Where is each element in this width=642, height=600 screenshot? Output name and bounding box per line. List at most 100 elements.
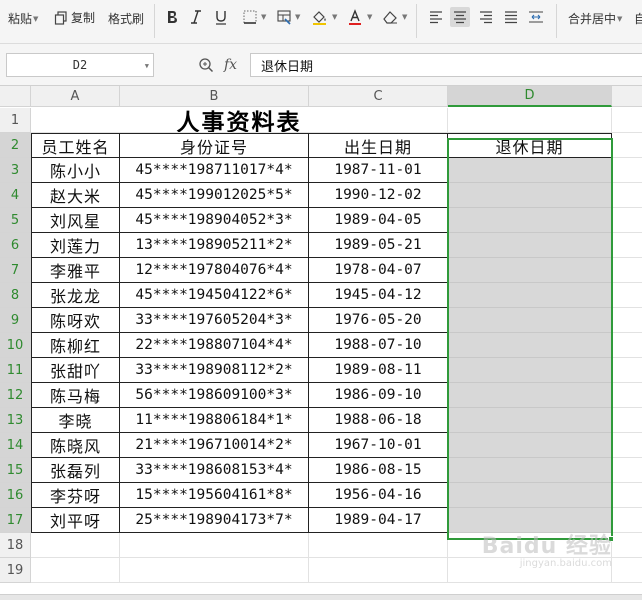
cell[interactable] (612, 333, 642, 358)
table-cell[interactable]: 1986-09-10 (309, 383, 448, 408)
font-color-button[interactable] (345, 7, 365, 27)
table-cell[interactable]: 45****194504122*6* (120, 283, 309, 308)
table-cell[interactable]: 33****198608153*4* (120, 458, 309, 483)
row-header[interactable]: 7 (0, 258, 31, 283)
table-cell[interactable]: 1989-04-17 (309, 508, 448, 533)
table-cell[interactable]: 李芬呀 (31, 483, 120, 508)
cell[interactable] (612, 508, 642, 533)
select-all-corner[interactable] (0, 86, 31, 107)
row-header[interactable]: 19 (0, 558, 31, 583)
bold-button[interactable] (162, 7, 182, 27)
table-cell[interactable]: 56****198609100*3* (120, 383, 309, 408)
table-cell[interactable]: 刘莲力 (31, 233, 120, 258)
retire-date-cell[interactable] (448, 283, 612, 308)
row-header[interactable]: 11 (0, 358, 31, 383)
cell[interactable] (31, 558, 120, 583)
name-box[interactable]: D2 ▼ (6, 53, 154, 77)
table-cell[interactable]: 1988-07-10 (309, 333, 448, 358)
retire-date-cell[interactable] (448, 408, 612, 433)
cell[interactable] (612, 233, 642, 258)
formula-input[interactable]: 退休日期 (250, 53, 642, 77)
table-cell[interactable]: 22****198807104*4* (120, 333, 309, 358)
retire-date-cell[interactable] (448, 383, 612, 408)
retire-date-cell[interactable] (448, 483, 612, 508)
row-header[interactable]: 8 (0, 283, 31, 308)
row-header[interactable]: 2 (0, 133, 31, 158)
retire-date-cell[interactable] (448, 158, 612, 183)
retire-date-cell[interactable] (448, 433, 612, 458)
chevron-down-icon[interactable]: ▼ (402, 13, 407, 21)
merge-center-button[interactable]: 合并居中 ▼ (568, 10, 622, 27)
table-cell[interactable]: 张龙龙 (31, 283, 120, 308)
table-cell[interactable]: 33****197605204*3* (120, 308, 309, 333)
cell[interactable] (612, 408, 642, 433)
retire-date-cell[interactable] (448, 183, 612, 208)
column-header-e[interactable] (612, 86, 642, 107)
underline-button[interactable] (211, 7, 231, 27)
table-cell[interactable]: 刘平呀 (31, 508, 120, 533)
table-cell[interactable]: 李晓 (31, 408, 120, 433)
chevron-down-icon[interactable]: ▼ (332, 13, 337, 21)
auto-wrap-button[interactable]: 自 (634, 10, 642, 27)
table-cell[interactable]: 33****198908112*2* (120, 358, 309, 383)
row-header[interactable]: 15 (0, 458, 31, 483)
table-cell[interactable]: 陈柳红 (31, 333, 120, 358)
fill-color-button[interactable] (310, 7, 330, 27)
cell[interactable] (309, 558, 448, 583)
sheet-title[interactable]: 人事资料表 (31, 108, 448, 133)
cell[interactable] (612, 308, 642, 333)
column-title-cell[interactable]: 出生日期 (309, 133, 448, 158)
cell[interactable] (612, 208, 642, 233)
table-cell[interactable]: 1989-08-11 (309, 358, 448, 383)
table-cell[interactable]: 1967-10-01 (309, 433, 448, 458)
table-cell[interactable]: 13****198905211*2* (120, 233, 309, 258)
cell[interactable] (612, 433, 642, 458)
row-header[interactable]: 13 (0, 408, 31, 433)
table-cell[interactable]: 45****198904052*3* (120, 208, 309, 233)
table-cell[interactable]: 赵大米 (31, 183, 120, 208)
cell[interactable] (612, 258, 642, 283)
row-header[interactable]: 4 (0, 183, 31, 208)
chevron-down-icon[interactable]: ▼ (261, 13, 266, 21)
row-header[interactable]: 1 (0, 108, 31, 133)
table-cell[interactable]: 11****198806184*1* (120, 408, 309, 433)
table-cell[interactable]: 1978-04-07 (309, 258, 448, 283)
table-cell[interactable]: 陈呀欢 (31, 308, 120, 333)
row-header[interactable]: 6 (0, 233, 31, 258)
row-header[interactable]: 18 (0, 533, 31, 558)
column-header-b[interactable]: B (120, 86, 309, 107)
table-cell[interactable]: 1989-05-21 (309, 233, 448, 258)
row-header[interactable]: 5 (0, 208, 31, 233)
table-cell[interactable]: 陈晓风 (31, 433, 120, 458)
chevron-down-icon[interactable]: ▼ (295, 13, 300, 21)
cell[interactable] (31, 533, 120, 558)
align-center-button[interactable] (450, 7, 470, 27)
column-title-cell[interactable]: 员工姓名 (31, 133, 120, 158)
cell[interactable] (612, 108, 642, 133)
insert-function-button[interactable]: fx (224, 57, 237, 73)
table-cell[interactable]: 1986-08-15 (309, 458, 448, 483)
cell[interactable] (612, 458, 642, 483)
format-painter-button[interactable]: 格式刷 (108, 10, 144, 27)
cell[interactable] (612, 158, 642, 183)
table-cell[interactable]: 陈小小 (31, 158, 120, 183)
table-cell[interactable]: 45****198711017*4* (120, 158, 309, 183)
sheet-tabs-bar[interactable] (0, 594, 642, 600)
row-header[interactable]: 9 (0, 308, 31, 333)
cell[interactable] (612, 383, 642, 408)
retire-date-cell[interactable] (448, 358, 612, 383)
column-title-cell[interactable]: 退休日期 (448, 133, 612, 158)
cell-style-button[interactable] (274, 7, 294, 27)
cell[interactable] (612, 358, 642, 383)
retire-date-cell[interactable] (448, 308, 612, 333)
table-cell[interactable]: 李雅平 (31, 258, 120, 283)
cell[interactable] (120, 558, 309, 583)
chevron-down-icon[interactable]: ▼ (145, 62, 149, 70)
table-cell[interactable]: 刘风星 (31, 208, 120, 233)
table-cell[interactable]: 1956-04-16 (309, 483, 448, 508)
table-cell[interactable]: 21****196710014*2* (120, 433, 309, 458)
table-cell[interactable]: 15****195604161*8* (120, 483, 309, 508)
cell[interactable] (612, 558, 642, 583)
row-header[interactable]: 17 (0, 508, 31, 533)
distributed-align-button[interactable] (526, 7, 546, 27)
